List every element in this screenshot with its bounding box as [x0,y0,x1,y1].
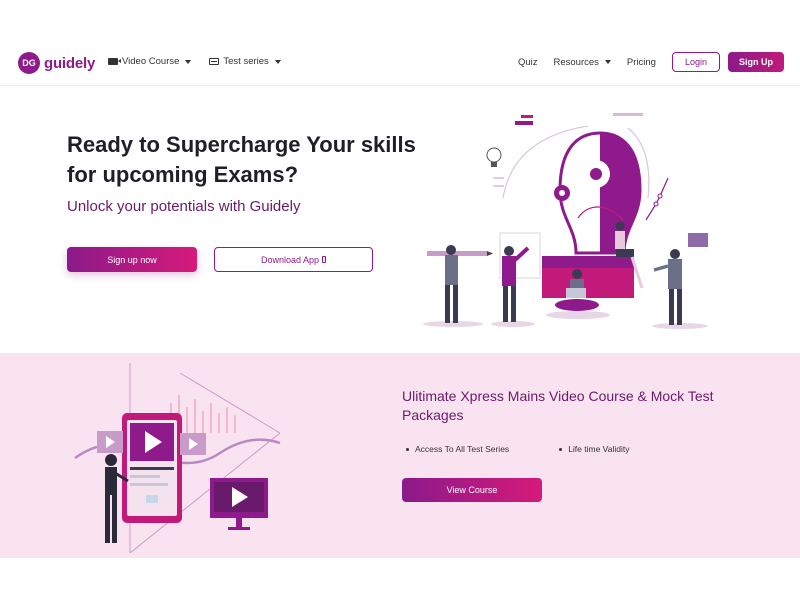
promo-title: Ulitimate Xpress Mains Video Course & Mo… [402,388,714,423]
feature-item: Life time Validity [559,444,629,454]
nav-video-course[interactable]: Video Course [108,56,192,67]
brand-logo[interactable]: DG guidely [18,51,95,75]
chevron-down-icon [185,59,192,64]
brand-name: guidely [44,54,96,72]
view-course-button[interactable]: View Course [402,478,542,502]
bullet-icon [406,447,409,451]
hero-signup-button[interactable]: Sign up now [67,247,197,272]
chevron-down-icon [604,60,611,64]
nav-left-menu: Video Course Test series [108,56,281,67]
nav-test-series-label: Test series [223,56,269,67]
login-button[interactable]: Login [671,52,720,72]
bullet-icon [559,447,563,451]
signup-button[interactable]: Sign Up [728,52,784,72]
test-series-icon [209,58,220,65]
hero-subtitle: Unlock your potentials with Guidely [67,198,301,215]
promo-section: Ulitimate Xpress Mains Video Course & Mo… [0,353,800,558]
feature-item: Access To All Test Series [406,444,509,454]
feature-label: Life time Validity [568,444,630,454]
nav-resources[interactable]: Resources [554,57,611,68]
mobile-icon [322,256,327,263]
chevron-down-icon [274,59,281,64]
hero-title: Ready to Supercharge Your skills for upc… [67,132,416,187]
promo-illustration [74,363,281,553]
hero-illustration [423,113,708,329]
download-app-label: Download App [260,254,320,265]
top-navbar: DG guidely Video Course Test series Quiz… [0,40,800,86]
nav-video-course-label: Video Course [122,56,180,67]
promo-features: Access To All Test Series Life time Vali… [406,444,629,454]
download-app-button[interactable]: Download App [214,247,373,272]
nav-test-series[interactable]: Test series [209,56,281,67]
nav-quiz[interactable]: Quiz [518,57,538,68]
logo-badge-icon: DG [18,52,40,74]
nav-resources-label: Resources [553,56,599,68]
nav-right-menu: Quiz Resources Pricing Login Sign Up [518,52,784,72]
nav-pricing[interactable]: Pricing [627,57,656,68]
video-icon [108,58,121,65]
feature-label: Access To All Test Series [415,444,510,454]
